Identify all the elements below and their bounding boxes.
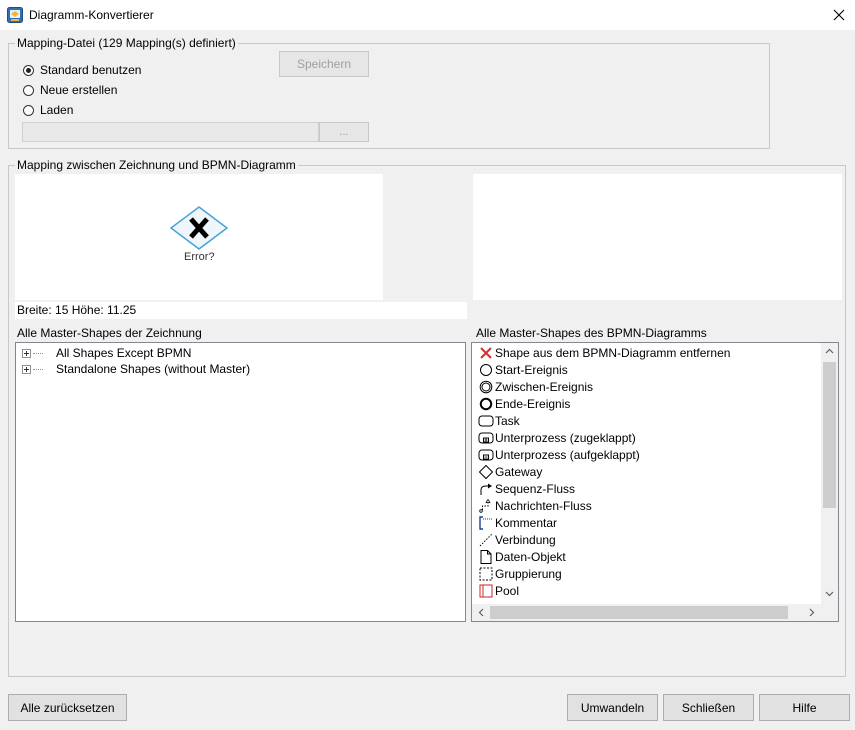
bpmn-item-label: Unterprozess (zugeklappt): [495, 430, 636, 445]
tree-item-label: Standalone Shapes (without Master): [56, 362, 251, 376]
radio-load[interactable]: Laden: [23, 102, 73, 118]
radio-standard[interactable]: Standard benutzen: [23, 62, 141, 78]
drawing-preview: Error?: [15, 174, 383, 300]
vertical-scrollbar[interactable]: [821, 343, 838, 604]
scroll-left-icon[interactable]: [478, 608, 484, 617]
bpmn-preview: [473, 174, 842, 300]
bpmn-item-label: Start-Ereignis: [495, 362, 568, 377]
scroll-corner: [821, 604, 838, 621]
data-object-icon: [478, 549, 494, 565]
annotation-icon: [478, 515, 494, 531]
browse-button[interactable]: ...: [319, 122, 369, 142]
convert-button[interactable]: Umwandeln: [567, 694, 658, 721]
bpmn-item-label: Verbindung: [495, 532, 556, 547]
drawing-shapes-tree[interactable]: All Shapes Except BPMN Standalone Shapes…: [15, 342, 466, 622]
app-icon: [7, 7, 23, 23]
radio-new-indicator[interactable]: [23, 84, 34, 96]
mapping-path-field[interactable]: [22, 122, 319, 142]
right-list-label: Alle Master-Shapes des BPMN-Diagramms: [476, 326, 707, 340]
help-button[interactable]: Hilfe: [759, 694, 850, 721]
bpmn-item-label: Shape aus dem BPMN-Diagramm entfernen: [495, 345, 731, 360]
radio-new[interactable]: Neue erstellen: [23, 82, 117, 98]
bpmn-item-label: Kommentar: [495, 515, 558, 530]
expand-icon[interactable]: [22, 348, 31, 358]
horizontal-scrollbar[interactable]: [472, 604, 821, 621]
bpmn-item-task[interactable]: Task: [478, 412, 520, 429]
tree-item-all-shapes[interactable]: All Shapes Except BPMN: [22, 345, 191, 361]
error-gateway-icon: [169, 206, 229, 250]
close-icon: [833, 9, 844, 21]
bpmn-item-label: Daten-Objekt: [495, 549, 566, 564]
vertical-scroll-thumb[interactable]: [823, 362, 836, 508]
window-title: Diagramm-Konvertierer: [29, 8, 154, 22]
bpmn-item-group[interactable]: Gruppierung: [478, 565, 562, 582]
bpmn-item-label: Gruppierung: [495, 566, 562, 581]
bpmn-shapes-list[interactable]: Shape aus dem BPMN-Diagramm entfernen St…: [471, 342, 839, 622]
bpmn-item-sequence-flow[interactable]: Sequenz-Fluss: [478, 480, 575, 497]
intermediate-event-icon: [478, 379, 494, 395]
end-event-icon: [478, 396, 494, 412]
bpmn-item-end-event[interactable]: Ende-Ereignis: [478, 395, 570, 412]
dimensions-text: Breite: 15 Höhe: 11.25: [17, 303, 137, 317]
bpmn-item-subprocess-expanded[interactable]: Unterprozess (aufgeklappt): [478, 446, 640, 463]
mapping-legend: Mapping zwischen Zeichnung und BPMN-Diag…: [15, 158, 298, 172]
bpmn-item-data-object[interactable]: Daten-Objekt: [478, 548, 566, 565]
close-button[interactable]: [822, 0, 855, 30]
radio-standard-indicator[interactable]: [23, 64, 34, 76]
horizontal-scroll-thumb[interactable]: [490, 606, 788, 619]
tree-line: [33, 352, 43, 354]
bpmn-item-gateway[interactable]: Gateway: [478, 463, 542, 480]
bpmn-item-label: Task: [495, 413, 520, 428]
save-button[interactable]: Speichern: [279, 51, 369, 77]
scroll-up-icon[interactable]: [825, 348, 834, 354]
bpmn-item-start-event[interactable]: Start-Ereignis: [478, 361, 568, 378]
radio-standard-label: Standard benutzen: [40, 63, 142, 77]
radio-load-indicator[interactable]: [23, 104, 34, 116]
bpmn-item-label: Unterprozess (aufgeklappt): [495, 447, 640, 462]
radio-new-label: Neue erstellen: [40, 83, 118, 97]
subprocess-expanded-icon: [478, 447, 494, 463]
association-icon: [478, 532, 494, 548]
red-x-icon: [478, 345, 494, 361]
bpmn-item-label: Zwischen-Ereignis: [495, 379, 594, 394]
tree-item-standalone[interactable]: Standalone Shapes (without Master): [22, 361, 250, 377]
gateway-icon: [478, 464, 494, 480]
pool-icon: [478, 583, 494, 599]
bpmn-item-label: Ende-Ereignis: [495, 396, 571, 411]
mapping-file-legend: Mapping-Datei (129 Mapping(s) definiert): [15, 36, 238, 50]
reset-all-button[interactable]: Alle zurücksetzen: [8, 694, 127, 721]
tree-item-label: All Shapes Except BPMN: [56, 346, 192, 360]
radio-load-label: Laden: [40, 103, 74, 117]
close-dialog-button[interactable]: Schließen: [663, 694, 754, 721]
subprocess-collapsed-icon: [478, 430, 494, 446]
dimensions-bar: Breite: 15 Höhe: 11.25: [15, 302, 467, 319]
bpmn-item-association[interactable]: Verbindung: [478, 531, 556, 548]
bpmn-item-remove[interactable]: Shape aus dem BPMN-Diagramm entfernen: [478, 344, 730, 361]
start-event-icon: [478, 362, 494, 378]
bpmn-item-annotation[interactable]: Kommentar: [478, 514, 557, 531]
bpmn-item-label: Sequenz-Fluss: [495, 481, 576, 496]
bpmn-item-label: Nachrichten-Fluss: [495, 498, 592, 513]
bpmn-item-pool[interactable]: Pool: [478, 582, 519, 599]
bpmn-item-label: Pool: [495, 583, 520, 598]
bpmn-item-label: Gateway: [495, 464, 543, 479]
scroll-down-icon[interactable]: [825, 591, 834, 597]
expand-icon[interactable]: [22, 364, 31, 374]
message-flow-icon: [478, 498, 494, 514]
group-icon: [478, 566, 494, 582]
sequence-flow-icon: [478, 481, 494, 497]
task-icon: [478, 413, 494, 429]
bpmn-item-subprocess-collapsed[interactable]: Unterprozess (zugeklappt): [478, 429, 636, 446]
bpmn-item-intermediate-event[interactable]: Zwischen-Ereignis: [478, 378, 593, 395]
preview-caption: Error?: [184, 251, 215, 263]
bpmn-item-message-flow[interactable]: Nachrichten-Fluss: [478, 497, 592, 514]
left-list-label: Alle Master-Shapes der Zeichnung: [17, 326, 202, 340]
scroll-right-icon[interactable]: [809, 608, 815, 617]
tree-line: [33, 368, 43, 370]
